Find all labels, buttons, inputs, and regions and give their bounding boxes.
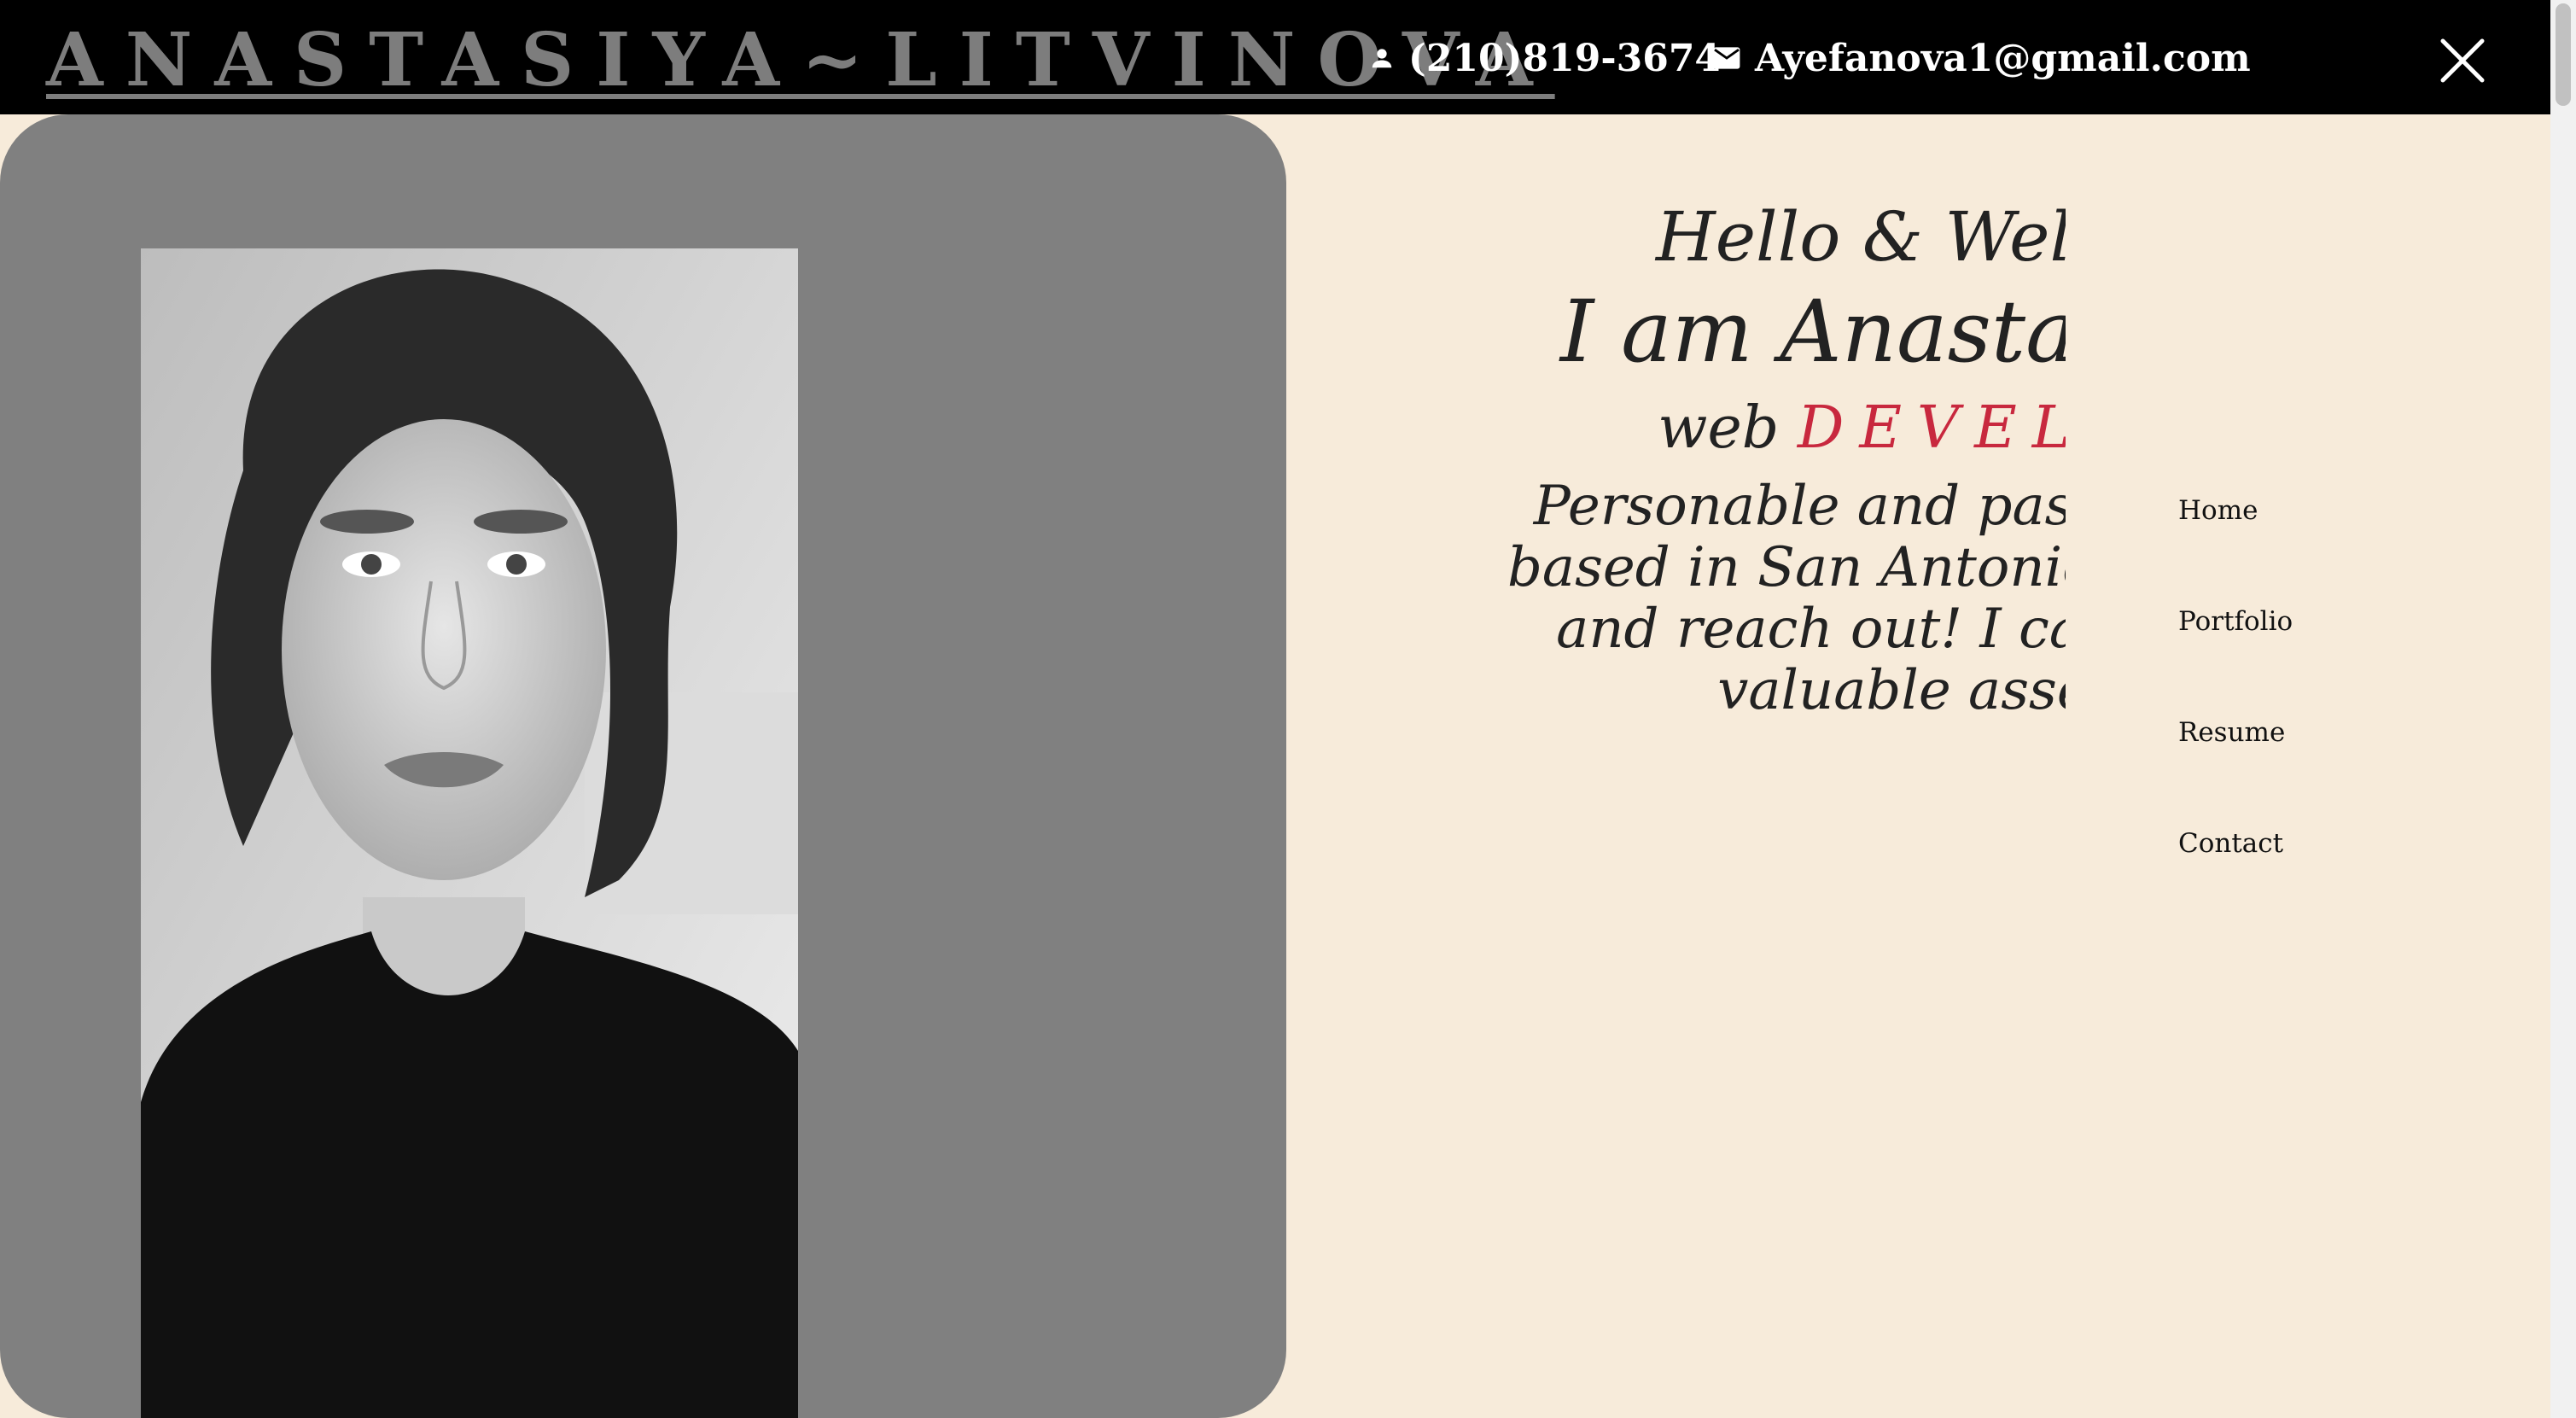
- profile-photo: [141, 248, 798, 1418]
- phone-contact[interactable]: (210)819-3674: [1369, 34, 1721, 82]
- bio-line: based in San Antonio,TX. Ch: [1507, 535, 2066, 599]
- hero-intro: I am Anastasiya: [1559, 282, 2066, 382]
- portrait-image: [141, 248, 798, 1418]
- hero-section: Hello & Welco I am Anastasiya web DEVELO…: [1332, 171, 2066, 785]
- scrollbar[interactable]: [2550, 0, 2576, 1418]
- top-bar: ANASTASIYA~LITVINOVA (210)819-3674 Ayefa…: [0, 0, 2550, 114]
- hero-role: web DEVELO: [1332, 394, 2066, 464]
- bio-line: and reach out! I can't wa: [1556, 597, 2066, 661]
- role-prefix: web: [1658, 394, 1780, 462]
- email-contact[interactable]: Ayefanova1@gmail.com: [1712, 34, 2251, 82]
- close-button[interactable]: [2439, 38, 2486, 84]
- email-address: Ayefanova1@gmail.com: [1755, 36, 2251, 80]
- nav-item-resume[interactable]: Resume: [2178, 717, 2293, 828]
- bio-line: valuable asse: [1717, 658, 2066, 722]
- side-nav: Home Portfolio Resume Contact: [2178, 495, 2293, 939]
- role-accent: DEVELO: [1797, 394, 2066, 462]
- phone-number: (210)819-3674: [1408, 36, 1722, 80]
- close-icon: [2440, 38, 2485, 83]
- photo-panel: [0, 114, 1286, 1418]
- hero-bio: Personable and passionate based in San A…: [1332, 476, 2066, 721]
- nav-item-home[interactable]: Home: [2178, 495, 2293, 606]
- hero-greeting: Hello & Welco: [1655, 197, 2066, 277]
- scrollbar-thumb[interactable]: [2556, 3, 2571, 106]
- site-brand[interactable]: ANASTASIYA~LITVINOVA: [46, 17, 1555, 103]
- nav-item-contact[interactable]: Contact: [2178, 828, 2293, 939]
- envelope-icon: [1713, 47, 1740, 69]
- bio-line: Personable and passionate: [1533, 474, 2066, 538]
- person-icon: [1372, 49, 1392, 68]
- nav-item-portfolio[interactable]: Portfolio: [2178, 606, 2293, 717]
